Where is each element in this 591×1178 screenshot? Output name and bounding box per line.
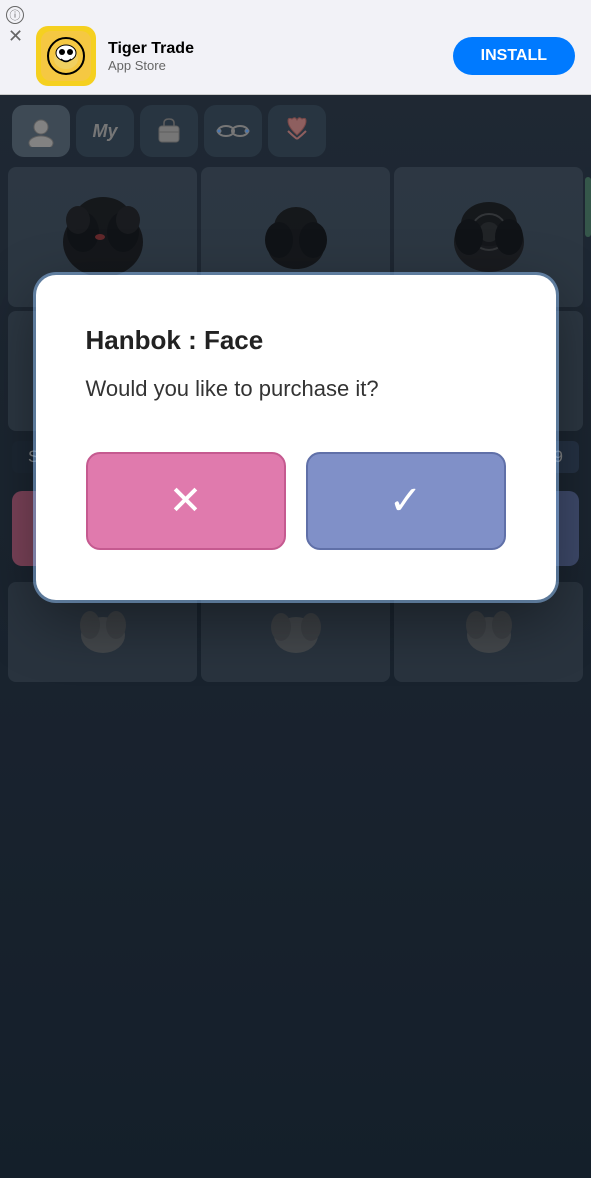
app-name: Tiger Trade bbox=[108, 40, 194, 58]
banner-text: Tiger Trade App Store bbox=[108, 40, 194, 73]
dialog-overlay: Hanbok : Face Would you like to purchase… bbox=[0, 95, 591, 1178]
dialog-cancel-button[interactable]: ✕ bbox=[86, 452, 286, 550]
store-name: App Store bbox=[108, 58, 194, 73]
check-icon: ✓ bbox=[389, 478, 423, 524]
app-store-banner: ⓘ ✕ Tiger Trade App Store INSTALL bbox=[0, 0, 591, 95]
purchase-dialog: Hanbok : Face Would you like to purchase… bbox=[36, 275, 556, 600]
dialog-message: Would you like to purchase it? bbox=[86, 376, 506, 402]
install-button[interactable]: INSTALL bbox=[453, 37, 575, 75]
info-icon[interactable]: ⓘ bbox=[6, 6, 24, 24]
close-icon[interactable]: ✕ bbox=[8, 26, 23, 47]
dialog-confirm-button[interactable]: ✓ bbox=[306, 452, 506, 550]
x-icon: ✕ bbox=[169, 478, 203, 524]
app-icon bbox=[36, 26, 96, 86]
dialog-title: Hanbok : Face bbox=[86, 325, 506, 356]
dialog-buttons: ✕ ✓ bbox=[86, 452, 506, 550]
